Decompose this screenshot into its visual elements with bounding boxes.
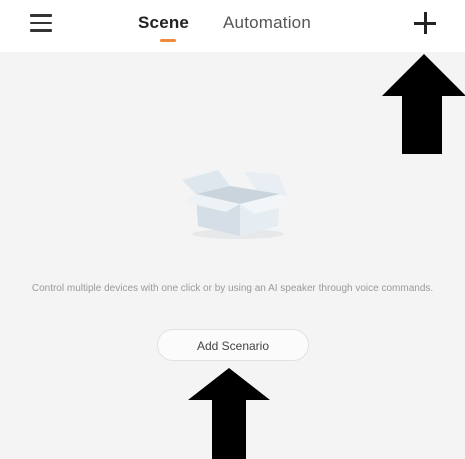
plus-icon[interactable] [414,12,436,34]
tab-automation[interactable]: Automation [223,13,311,33]
empty-state-message: Control multiple devices with one click … [31,283,434,294]
top-bar: Scene Automation [0,0,465,52]
add-scenario-button[interactable]: Add Scenario [157,329,309,361]
annotation-arrow-up-icon [188,368,270,459]
annotation-arrow-up-icon [382,54,465,154]
tab-scene[interactable]: Scene [138,13,189,33]
active-tab-indicator [160,39,176,42]
empty-box-illustration [182,170,294,239]
app-screen: Scene Automation Control multiple device… [0,0,465,459]
hamburger-menu-icon[interactable] [30,14,52,32]
